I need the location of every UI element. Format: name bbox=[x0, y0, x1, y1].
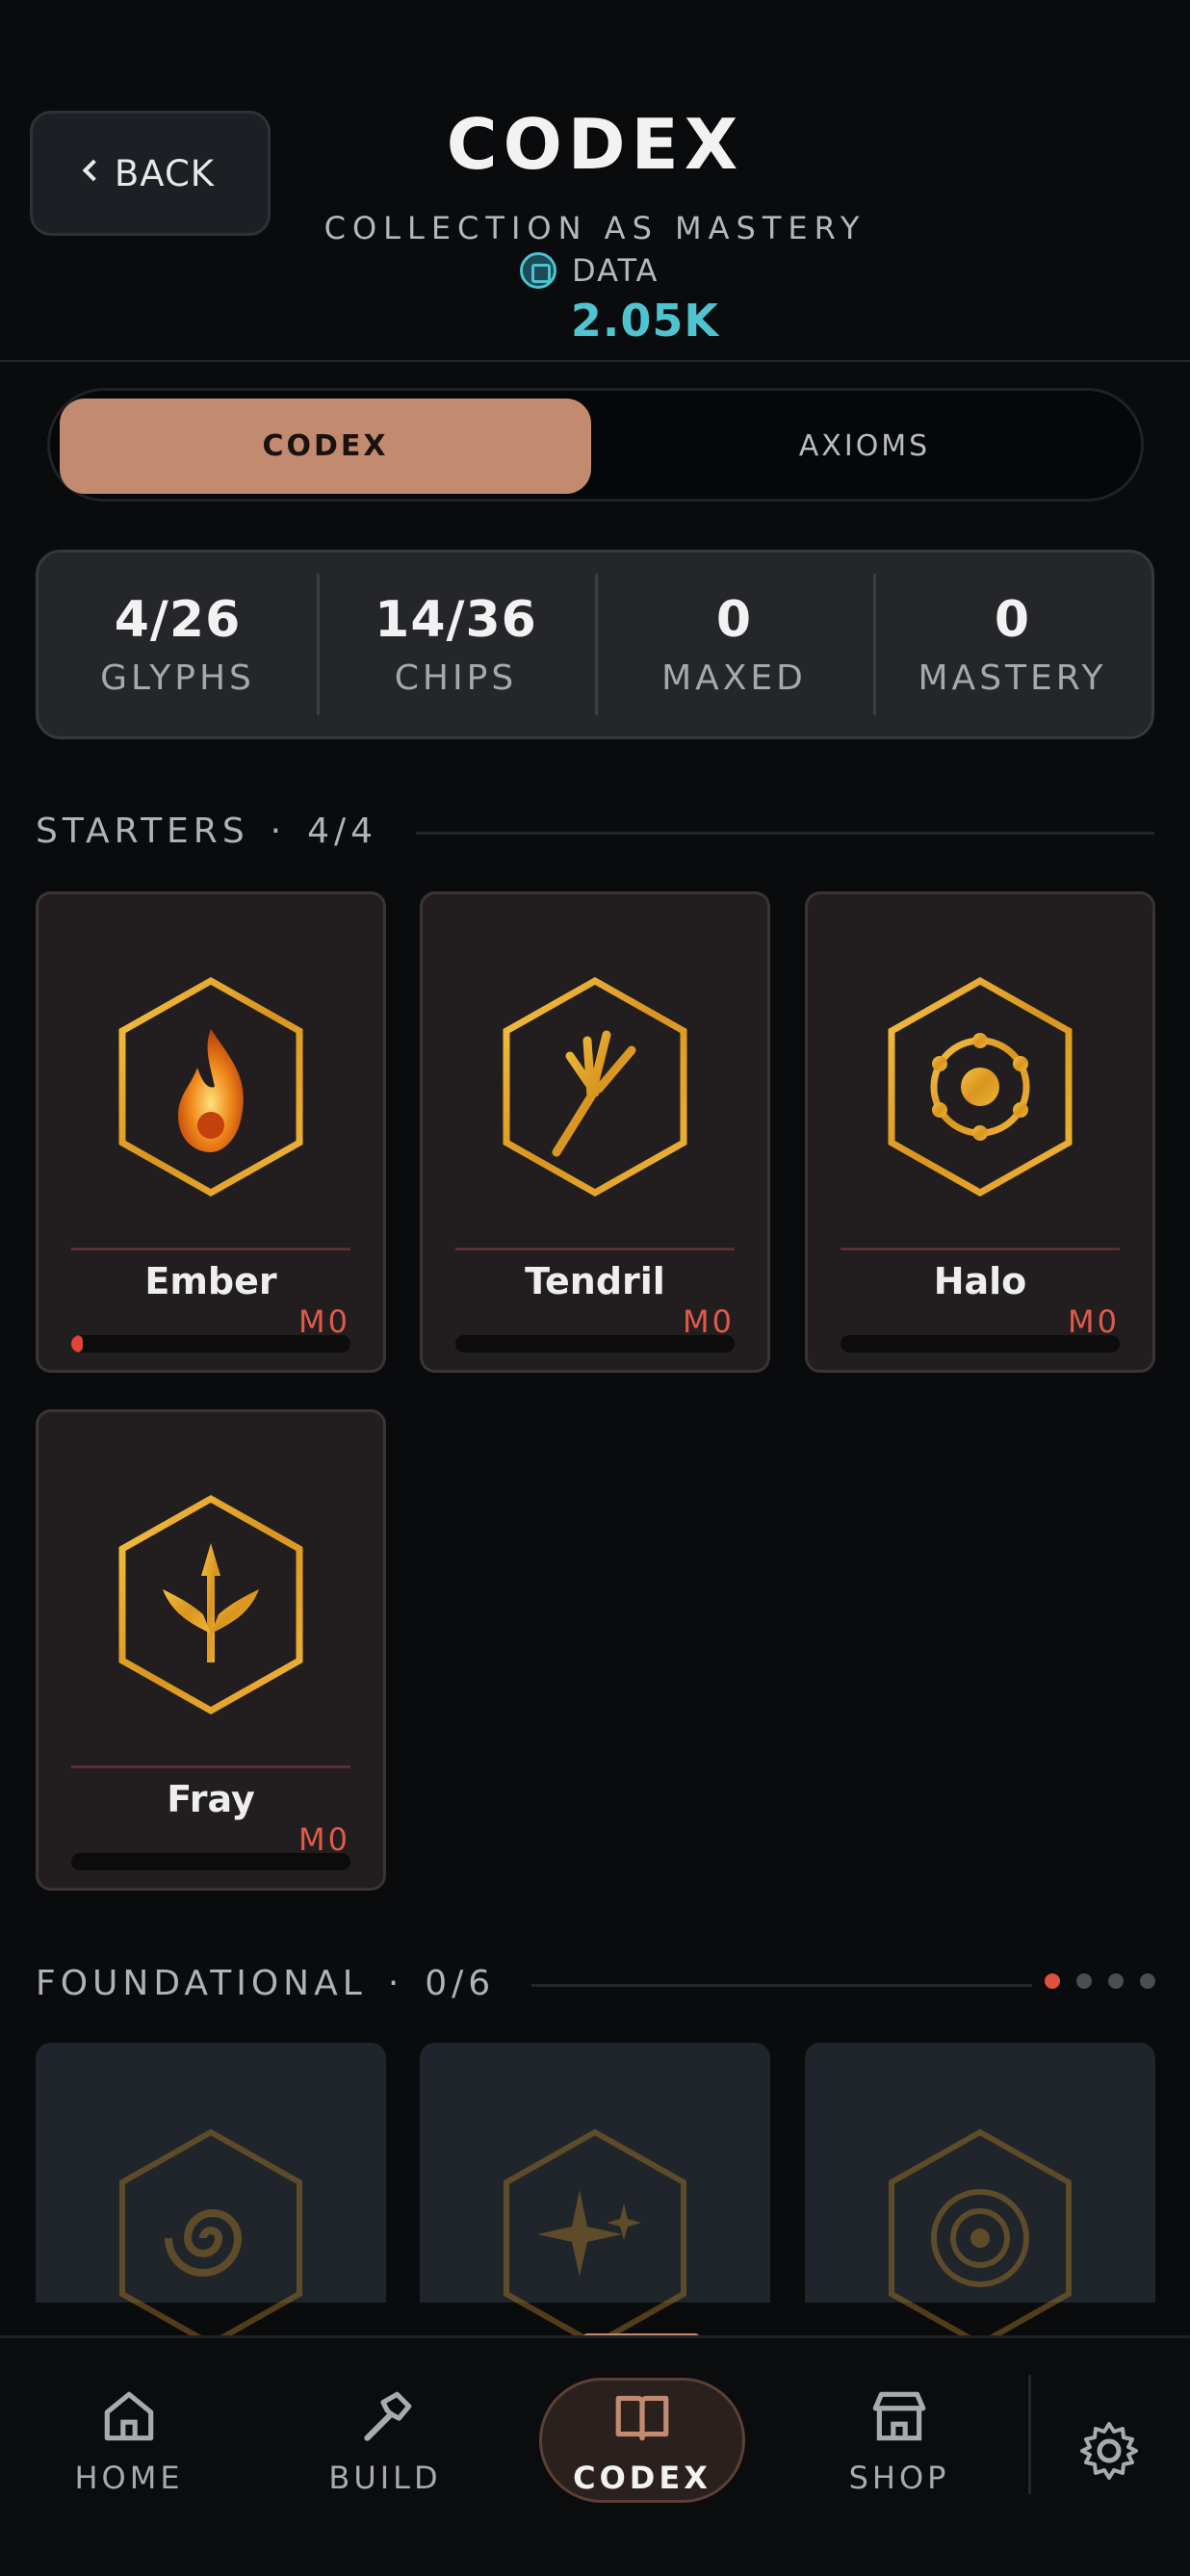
mastery-progress-bar bbox=[71, 1335, 350, 1352]
nav-label: SHOP bbox=[848, 2460, 950, 2496]
card-name: Tendril bbox=[525, 1260, 665, 1302]
page-subtitle: COLLECTION AS MASTERY bbox=[323, 210, 867, 246]
vortex-icon bbox=[119, 2128, 302, 2348]
nav-codex[interactable]: CODEX bbox=[539, 2378, 745, 2503]
card-name: Halo bbox=[933, 1260, 1027, 1302]
section-title: FOUNDATIONAL bbox=[36, 1964, 367, 2003]
section-header-foundational: FOUNDATIONAL · 0/6 bbox=[36, 1964, 495, 2003]
flame-icon bbox=[118, 976, 303, 1198]
stat-value: 0 bbox=[715, 591, 753, 649]
page-dot[interactable] bbox=[1045, 1973, 1060, 1989]
stat-value: 0 bbox=[994, 591, 1031, 649]
halo-icon bbox=[888, 976, 1073, 1198]
mastery-progress-bar bbox=[71, 1853, 350, 1870]
bottom-nav: HOME BUILD CODEX SHOP bbox=[0, 2335, 1190, 2576]
glyph-card-fray[interactable]: Fray M0 bbox=[36, 1409, 386, 1891]
page-title: CODEX bbox=[446, 104, 744, 185]
book-icon bbox=[615, 2395, 669, 2441]
page-dot[interactable] bbox=[1140, 1973, 1155, 1989]
stat-value: 14/36 bbox=[375, 591, 537, 649]
currency-label: DATA bbox=[572, 252, 660, 289]
gear-icon[interactable] bbox=[1078, 2420, 1140, 2482]
card-name: Fray bbox=[167, 1778, 255, 1820]
locked-glyph-card[interactable] bbox=[805, 2043, 1155, 2348]
header-divider bbox=[0, 360, 1190, 362]
stat-maxed: 0 MAXED bbox=[595, 553, 873, 736]
home-icon bbox=[104, 2391, 154, 2441]
stat-label: CHIPS bbox=[394, 658, 518, 698]
stat-mastery: 0 MASTERY bbox=[873, 553, 1151, 736]
page-dots bbox=[1045, 1973, 1155, 1989]
section-count: 4/4 bbox=[307, 811, 378, 851]
tab-axioms[interactable]: AXIOMS bbox=[591, 399, 1138, 494]
header: BACK CODEX COLLECTION AS MASTERY DATA 2.… bbox=[0, 0, 1190, 362]
nav-build[interactable]: BUILD bbox=[308, 2378, 462, 2503]
card-divider bbox=[71, 1765, 350, 1768]
stat-glyphs: 4/26 GLYPHS bbox=[39, 553, 317, 736]
page-dot[interactable] bbox=[1076, 1973, 1092, 1989]
glyph-card-halo[interactable]: Halo M0 bbox=[805, 891, 1155, 1373]
tab-bar: CODEX AXIOMS bbox=[47, 388, 1144, 502]
section-separator: · bbox=[387, 1964, 404, 2003]
section-separator: · bbox=[270, 811, 287, 851]
nav-separator bbox=[1028, 2375, 1031, 2494]
locked-glyph-card[interactable] bbox=[36, 2043, 386, 2348]
section-rule bbox=[531, 1984, 1032, 1987]
currency-value: 2.05K bbox=[570, 295, 720, 347]
glyph-card-ember[interactable]: Ember M0 bbox=[36, 891, 386, 1373]
hammer-icon bbox=[364, 2391, 412, 2441]
data-chip-icon bbox=[520, 252, 556, 289]
card-divider bbox=[841, 1248, 1120, 1250]
currency-row: DATA bbox=[520, 252, 659, 289]
store-icon bbox=[872, 2391, 926, 2441]
stat-chips: 14/36 CHIPS bbox=[317, 553, 595, 736]
card-divider bbox=[71, 1248, 350, 1250]
locked-glyph-card[interactable] bbox=[420, 2043, 770, 2348]
tendril-icon bbox=[503, 976, 687, 1198]
stat-label: MAXED bbox=[661, 658, 807, 698]
section-title: STARTERS bbox=[36, 811, 249, 851]
nav-shop[interactable]: SHOP bbox=[822, 2378, 976, 2503]
nav-label: HOME bbox=[74, 2460, 184, 2496]
section-count: 0/6 bbox=[425, 1964, 496, 2003]
mastery-progress-bar bbox=[841, 1335, 1120, 1352]
glyph-card-tendril[interactable]: Tendril M0 bbox=[420, 891, 770, 1373]
nav-label: CODEX bbox=[573, 2460, 711, 2496]
progress-fill bbox=[71, 1335, 83, 1352]
stat-label: MASTERY bbox=[918, 658, 1107, 698]
trident-icon bbox=[118, 1494, 303, 1715]
page-dot[interactable] bbox=[1108, 1973, 1124, 1989]
stats-panel: 4/26 GLYPHS 14/36 CHIPS 0 MAXED 0 MASTER… bbox=[36, 550, 1154, 739]
target-icon bbox=[889, 2128, 1072, 2348]
nav-label: BUILD bbox=[328, 2460, 442, 2496]
card-name: Ember bbox=[144, 1260, 277, 1302]
sparkle-icon bbox=[504, 2128, 686, 2348]
nav-home[interactable]: HOME bbox=[52, 2378, 206, 2503]
mastery-progress-bar bbox=[455, 1335, 735, 1352]
stat-label: GLYPHS bbox=[100, 658, 255, 698]
section-rule bbox=[416, 832, 1154, 835]
tab-codex[interactable]: CODEX bbox=[60, 399, 591, 494]
stat-value: 4/26 bbox=[114, 591, 242, 649]
card-divider bbox=[455, 1248, 735, 1250]
section-header-starters: STARTERS · 4/4 bbox=[36, 811, 377, 851]
